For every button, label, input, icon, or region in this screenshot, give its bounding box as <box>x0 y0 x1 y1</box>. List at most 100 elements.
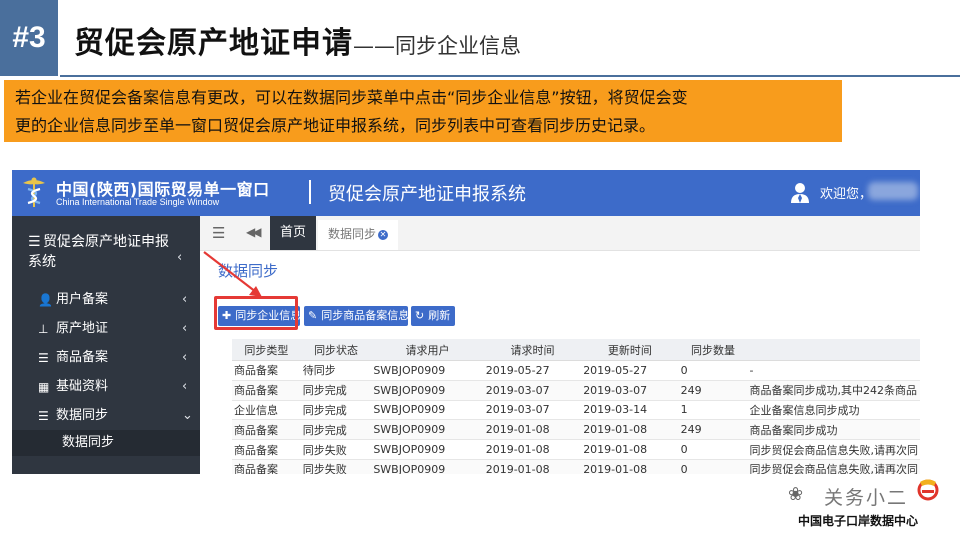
cell-sync-status: 同步完成 <box>300 400 372 421</box>
notice-box: 若企业在贸促会备案信息有更改，可以在数据同步菜单中点击“同步企业信息”按钮，将贸… <box>4 80 842 142</box>
stamp-icon: ⊥ <box>38 322 49 336</box>
cell-request-user: SWBJOP0909 <box>371 459 484 474</box>
slide-title: 贸促会原产地证申请 ——同步企业信息 <box>74 18 521 62</box>
table-row[interactable]: 商品备案 同步失败 SWBJOP0909 2019-01-08 2019-01-… <box>232 459 920 474</box>
cell-sync-status: 同步完成 <box>300 380 372 401</box>
column-header[interactable]: 同步类型 <box>232 339 301 361</box>
tab-bar: ☰ ◀◀ 首页 数据同步 ✕ <box>200 216 920 251</box>
watermark: ❀ 关务小二 中国电子口岸数据中心 <box>788 478 948 530</box>
sidebar-subitem-label: 数据同步 <box>62 435 115 450</box>
slide-title-subtitle: ——同步企业信息 <box>353 34 521 58</box>
sync-history-table: 同步类型 同步状态 请求用户 请求时间 更新时间 同步数量 商品备案 待同步 S… <box>232 339 920 474</box>
cell-sync-count: 0 <box>678 439 748 460</box>
user-avatar-icon[interactable] <box>790 182 810 204</box>
sidebar-item-goods-registration[interactable]: ☰ 商品备案 ‹ <box>12 344 200 372</box>
cell-sync-status: 同步失败 <box>300 459 372 474</box>
cell-request-user: SWBJOP0909 <box>371 360 484 381</box>
sidebar-item-certificate-of-origin[interactable]: ⊥ 原产地证 ‹ <box>12 315 200 343</box>
cell-update-time: 2019-01-08 <box>581 439 679 460</box>
cell-request-user: SWBJOP0909 <box>371 419 484 441</box>
slide-title-main: 贸促会原产地证申请 <box>74 26 353 61</box>
cell-sync-type: 商品备案 <box>232 439 301 460</box>
cell-message: 商品备案同步成功 <box>747 419 920 441</box>
cell-request-time: 2019-03-07 <box>483 380 582 401</box>
cell-sync-status: 待同步 <box>300 360 372 381</box>
cell-sync-status: 同步失败 <box>300 439 372 460</box>
cell-update-time: 2019-03-14 <box>581 400 679 421</box>
sidebar: ☰ 贸促会原产地证申报系统 ‹ 👤 用户备案 ‹ ⊥ 原产地证 ‹ ☰ 商品备案 … <box>12 216 200 474</box>
chevron-left-icon: ‹ <box>182 321 188 336</box>
cell-request-time: 2019-03-07 <box>483 400 582 421</box>
column-header[interactable]: 更新时间 <box>581 339 679 361</box>
table-row[interactable]: 商品备案 待同步 SWBJOP0909 2019-05-27 2019-05-2… <box>232 360 920 381</box>
cell-sync-type: 商品备案 <box>232 459 301 474</box>
system-title: 贸促会原产地证申报系统 <box>328 184 526 205</box>
main-content: ☰ ◀◀ 首页 数据同步 ✕ 数据同步 ✚ 同步企业信息 ✎ 同步商品备案信息 ↻ 刷新 <box>200 216 920 474</box>
cell-sync-type: 商品备案 <box>232 360 301 381</box>
sidebar-item-data-sync[interactable]: ☰ 数据同步 ⌄ <box>12 402 200 430</box>
sidebar-header[interactable]: ☰ 贸促会原产地证申报系统 <box>28 232 178 272</box>
cell-sync-count: 0 <box>678 459 748 474</box>
table-row[interactable]: 商品备案 同步失败 SWBJOP0909 2019-01-08 2019-01-… <box>232 439 920 460</box>
chevron-left-icon: ‹ <box>177 250 183 265</box>
column-header[interactable]: 同步状态 <box>300 339 372 361</box>
cell-sync-status: 同步完成 <box>300 419 372 441</box>
sidebar-subitem-data-sync[interactable]: 数据同步 <box>12 430 200 456</box>
tab-data-sync[interactable]: 数据同步 ✕ <box>318 220 398 250</box>
chevron-left-icon: ‹ <box>182 350 188 365</box>
cell-message: 商品备案同步成功,其中242条商品 <box>747 380 920 401</box>
cell-message: 企业备案信息同步成功 <box>747 400 920 421</box>
title-divider <box>60 75 960 77</box>
column-header <box>747 339 920 361</box>
cell-message: - <box>747 360 920 381</box>
tab-home[interactable]: 首页 <box>270 216 316 250</box>
table-row[interactable]: 企业信息 同步完成 SWBJOP0909 2019-03-07 2019-03-… <box>232 400 920 421</box>
slide-number: #3 <box>0 0 58 76</box>
cell-sync-count: 1 <box>678 400 748 421</box>
tab-data-sync-label: 数据同步 <box>327 227 376 241</box>
highlight-box <box>214 296 298 330</box>
menu-toggle-icon[interactable]: ☰ <box>212 224 225 242</box>
brand-name-english: China International Trade Single Window <box>56 197 220 207</box>
notice-line-1: 若企业在贸促会备案信息有更改，可以在数据同步菜单中点击“同步企业信息”按钮，将贸… <box>15 88 688 107</box>
table-row[interactable]: 商品备案 同步完成 SWBJOP0909 2019-03-07 2019-03-… <box>232 380 920 401</box>
welcome-text: 欢迎您， <box>820 187 873 202</box>
app-topbar: 中国(陕西)国际贸易单一窗口 China International Trade… <box>12 170 920 216</box>
cell-sync-type: 企业信息 <box>232 400 301 421</box>
grid-icon: ▦ <box>38 380 50 394</box>
sync-goods-button[interactable]: ✎ 同步商品备案信息 <box>304 306 408 326</box>
table-header-row: 同步类型 同步状态 请求用户 请求时间 更新时间 同步数量 <box>232 339 920 361</box>
sidebar-item-user-registration[interactable]: 👤 用户备案 ‹ <box>12 286 200 314</box>
sidebar-item-label: 用户备案 <box>56 292 109 307</box>
cell-update-time: 2019-01-08 <box>581 459 679 474</box>
sidebar-item-basic-data[interactable]: ▦ 基础资料 ‹ <box>12 373 200 401</box>
sidebar-item-label: 商品备案 <box>56 350 109 365</box>
table-row[interactable]: 商品备案 同步完成 SWBJOP0909 2019-01-08 2019-01-… <box>232 419 920 441</box>
sync-goods-label: 同步商品备案信息 <box>321 309 408 322</box>
cell-request-time: 2019-01-08 <box>483 419 582 441</box>
refresh-button[interactable]: ↻ 刷新 <box>411 306 455 326</box>
edit-icon: ✎ <box>308 309 318 322</box>
user-icon: 👤 <box>38 293 53 307</box>
wechat-icon: ❀ <box>788 484 804 505</box>
cell-request-user: SWBJOP0909 <box>371 400 484 421</box>
cell-sync-count: 249 <box>678 380 748 401</box>
refresh-label: 刷新 <box>428 309 451 322</box>
column-header[interactable]: 请求用户 <box>371 339 484 361</box>
column-header[interactable]: 同步数量 <box>678 339 748 361</box>
cell-update-time: 2019-01-08 <box>581 419 679 441</box>
caduceus-logo-icon <box>23 177 45 207</box>
chevron-down-icon: ⌄ <box>182 408 193 423</box>
cell-sync-type: 商品备案 <box>232 419 301 441</box>
customs-logo-icon <box>917 479 939 501</box>
username-redacted <box>868 182 918 200</box>
sidebar-item-label: 基础资料 <box>56 379 109 394</box>
cell-sync-count: 249 <box>678 419 748 441</box>
close-icon[interactable]: ✕ <box>378 230 388 240</box>
cell-request-time: 2019-01-08 <box>483 439 582 460</box>
column-header[interactable]: 请求时间 <box>483 339 582 361</box>
cell-request-time: 2019-01-08 <box>483 459 582 474</box>
cell-request-user: SWBJOP0909 <box>371 439 484 460</box>
double-chevron-left-icon[interactable]: ◀◀ <box>246 225 262 239</box>
cell-message: 同步贸促会商品信息失败,请再次同 <box>747 459 920 474</box>
